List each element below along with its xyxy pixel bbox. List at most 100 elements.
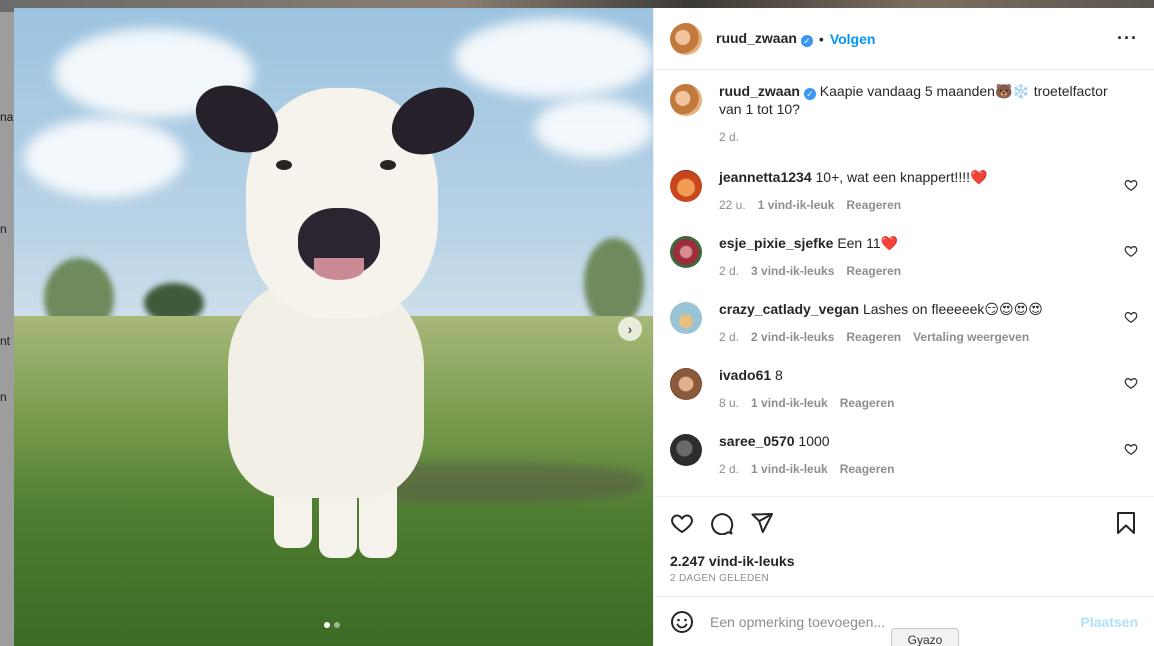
comment-meta: 2 d. 1 vind-ik-leuk Reageren (719, 460, 894, 478)
background-text: n (0, 222, 7, 236)
slide-dot (324, 622, 330, 628)
post-photo[interactable]: › (14, 8, 653, 646)
share-button[interactable] (750, 511, 774, 535)
comment-time[interactable]: 2 d. (719, 460, 739, 478)
caption-username[interactable]: ruud_zwaan (719, 83, 800, 99)
comment-likes[interactable]: 3 vind-ik-leuks (751, 262, 834, 280)
heart-icon[interactable] (1124, 442, 1138, 456)
slide-indicator (324, 622, 340, 628)
like-button[interactable] (670, 511, 694, 535)
reply-button[interactable]: Reageren (840, 394, 895, 412)
bookmark-icon (1117, 512, 1135, 534)
calf-mouth (314, 258, 364, 280)
avatar[interactable] (670, 236, 702, 268)
comment-username[interactable]: ivado61 (719, 367, 771, 383)
post-modal: › ruud_zwaan ✓ • Volgen ··· ruud_zwaan ✓ K… (14, 8, 1154, 646)
gyazo-tooltip: Gyazo (891, 628, 959, 646)
more-options-icon[interactable]: ··· (1117, 28, 1138, 49)
photo-cloud (24, 118, 184, 198)
post-side-panel: ruud_zwaan ✓ • Volgen ··· ruud_zwaan ✓ Kaa… (653, 8, 1154, 646)
comment-text: 10+, wat een knappert!!!!❤️ (815, 169, 988, 185)
avatar[interactable] (670, 302, 702, 334)
calf-eye (380, 160, 396, 170)
comment-username[interactable]: crazy_catlady_vegan (719, 301, 859, 317)
comments-list: ruud_zwaan ✓ Kaapie vandaag 5 maanden🐻❄️ … (654, 70, 1154, 496)
post-actions: 2.247 vind-ik-leuks 2 DAGEN GELEDEN (654, 496, 1154, 596)
caption-time[interactable]: 2 d. (719, 128, 739, 146)
comment-text: Een 11❤️ (837, 235, 899, 251)
avatar[interactable] (670, 84, 702, 116)
chevron-right-icon: › (627, 321, 633, 337)
verified-badge-icon: ✓ (800, 35, 813, 47)
comment-item: saree_0570 1000 2 d. 1 vind-ik-leuk Reag… (670, 432, 1138, 478)
comment-body: crazy_catlady_vegan Lashes on fleeeeek😏😍… (719, 300, 1043, 346)
comment-likes[interactable]: 2 vind-ik-leuks (751, 328, 834, 346)
comment-time[interactable]: 8 u. (719, 394, 739, 412)
avatar[interactable] (670, 368, 702, 400)
comment-button[interactable] (710, 511, 734, 536)
comment-body: saree_0570 1000 2 d. 1 vind-ik-leuk Reag… (719, 432, 894, 478)
reply-button[interactable]: Reageren (840, 460, 895, 478)
comment-item: jeannetta1234 10+, wat een knappert!!!!❤… (670, 168, 1138, 214)
comment-meta: 8 u. 1 vind-ik-leuk Reageren (719, 394, 894, 412)
avatar[interactable] (670, 434, 702, 466)
comment-username[interactable]: saree_0570 (719, 433, 795, 449)
save-button[interactable] (1114, 511, 1138, 535)
follow-button[interactable]: Volgen (830, 31, 876, 47)
comment-body: jeannetta1234 10+, wat een knappert!!!!❤… (719, 168, 987, 214)
heart-icon[interactable] (1124, 244, 1138, 258)
verified-badge-icon: ✓ (803, 88, 816, 100)
comment-item: esje_pixie_sjefke Een 11❤️ 2 d. 3 vind-i… (670, 234, 1138, 280)
post-caption: ruud_zwaan ✓ Kaapie vandaag 5 maanden🐻❄️ … (670, 82, 1138, 146)
reply-button[interactable]: Reageren (846, 262, 901, 280)
background-text: na (0, 110, 14, 124)
comment-time[interactable]: 2 d. (719, 262, 739, 280)
comment-likes[interactable]: 1 vind-ik-leuk (758, 196, 835, 214)
heart-icon[interactable] (1124, 310, 1138, 324)
avatar[interactable] (670, 22, 702, 55)
comment-item: crazy_catlady_vegan Lashes on fleeeeek😏😍… (670, 300, 1138, 346)
next-slide-button[interactable]: › (618, 317, 642, 341)
comment-body: esje_pixie_sjefke Een 11❤️ 2 d. 3 vind-i… (719, 234, 901, 280)
caption-meta: 2 d. (719, 128, 1119, 146)
comment-time[interactable]: 2 d. (719, 328, 739, 346)
background-sidebar: na n nt n (0, 12, 14, 646)
comment-meta: 2 d. 3 vind-ik-leuks Reageren (719, 262, 901, 280)
comment-username[interactable]: jeannetta1234 (719, 169, 812, 185)
comment-meta: 22 u. 1 vind-ik-leuk Reageren (719, 196, 987, 214)
comment-time[interactable]: 22 u. (719, 196, 746, 214)
comment-item: ivado61 8 8 u. 1 vind-ik-leuk Reageren (670, 366, 1138, 412)
emoji-icon[interactable] (670, 610, 694, 634)
reply-button[interactable]: Reageren (846, 196, 901, 214)
avatar[interactable] (670, 170, 702, 202)
heart-icon[interactable] (1124, 376, 1138, 390)
reply-button[interactable]: Reageren (846, 328, 901, 346)
comment-text: 1000 (798, 433, 830, 449)
comment-body: ivado61 8 8 u. 1 vind-ik-leuk Reageren (719, 366, 894, 412)
comment-likes[interactable]: 1 vind-ik-leuk (751, 460, 828, 478)
comment-likes[interactable]: 1 vind-ik-leuk (751, 394, 828, 412)
slide-dot (334, 622, 340, 628)
background-text: n (0, 390, 7, 404)
comment-meta: 2 d. 2 vind-ik-leuks Reageren Vertaling … (719, 328, 1043, 346)
post-date[interactable]: 2 DAGEN GELEDEN (670, 573, 1138, 584)
comment-username[interactable]: esje_pixie_sjefke (719, 235, 833, 251)
comment-text: 8 (775, 367, 783, 383)
photo-tree (584, 238, 644, 328)
comment-icon (711, 513, 734, 536)
photo-cloud (454, 18, 653, 98)
post-comment-button[interactable]: Plaatsen (1080, 614, 1138, 630)
caption-body: ruud_zwaan ✓ Kaapie vandaag 5 maanden🐻❄️ … (719, 82, 1119, 146)
background-text: nt (0, 334, 11, 348)
likes-count[interactable]: 2.247 vind-ik-leuks (670, 553, 1138, 569)
separator-dot: • (818, 30, 824, 47)
heart-icon[interactable] (1124, 178, 1138, 192)
action-icons (670, 511, 1138, 536)
post-header: ruud_zwaan ✓ • Volgen ··· (654, 8, 1154, 70)
author-username[interactable]: ruud_zwaan ✓ (716, 30, 813, 47)
photo-cloud (534, 98, 653, 158)
heart-icon (671, 514, 693, 534)
translate-button[interactable]: Vertaling weergeven (913, 328, 1029, 346)
calf-eye (276, 160, 292, 170)
author-username-text: ruud_zwaan (716, 30, 797, 46)
